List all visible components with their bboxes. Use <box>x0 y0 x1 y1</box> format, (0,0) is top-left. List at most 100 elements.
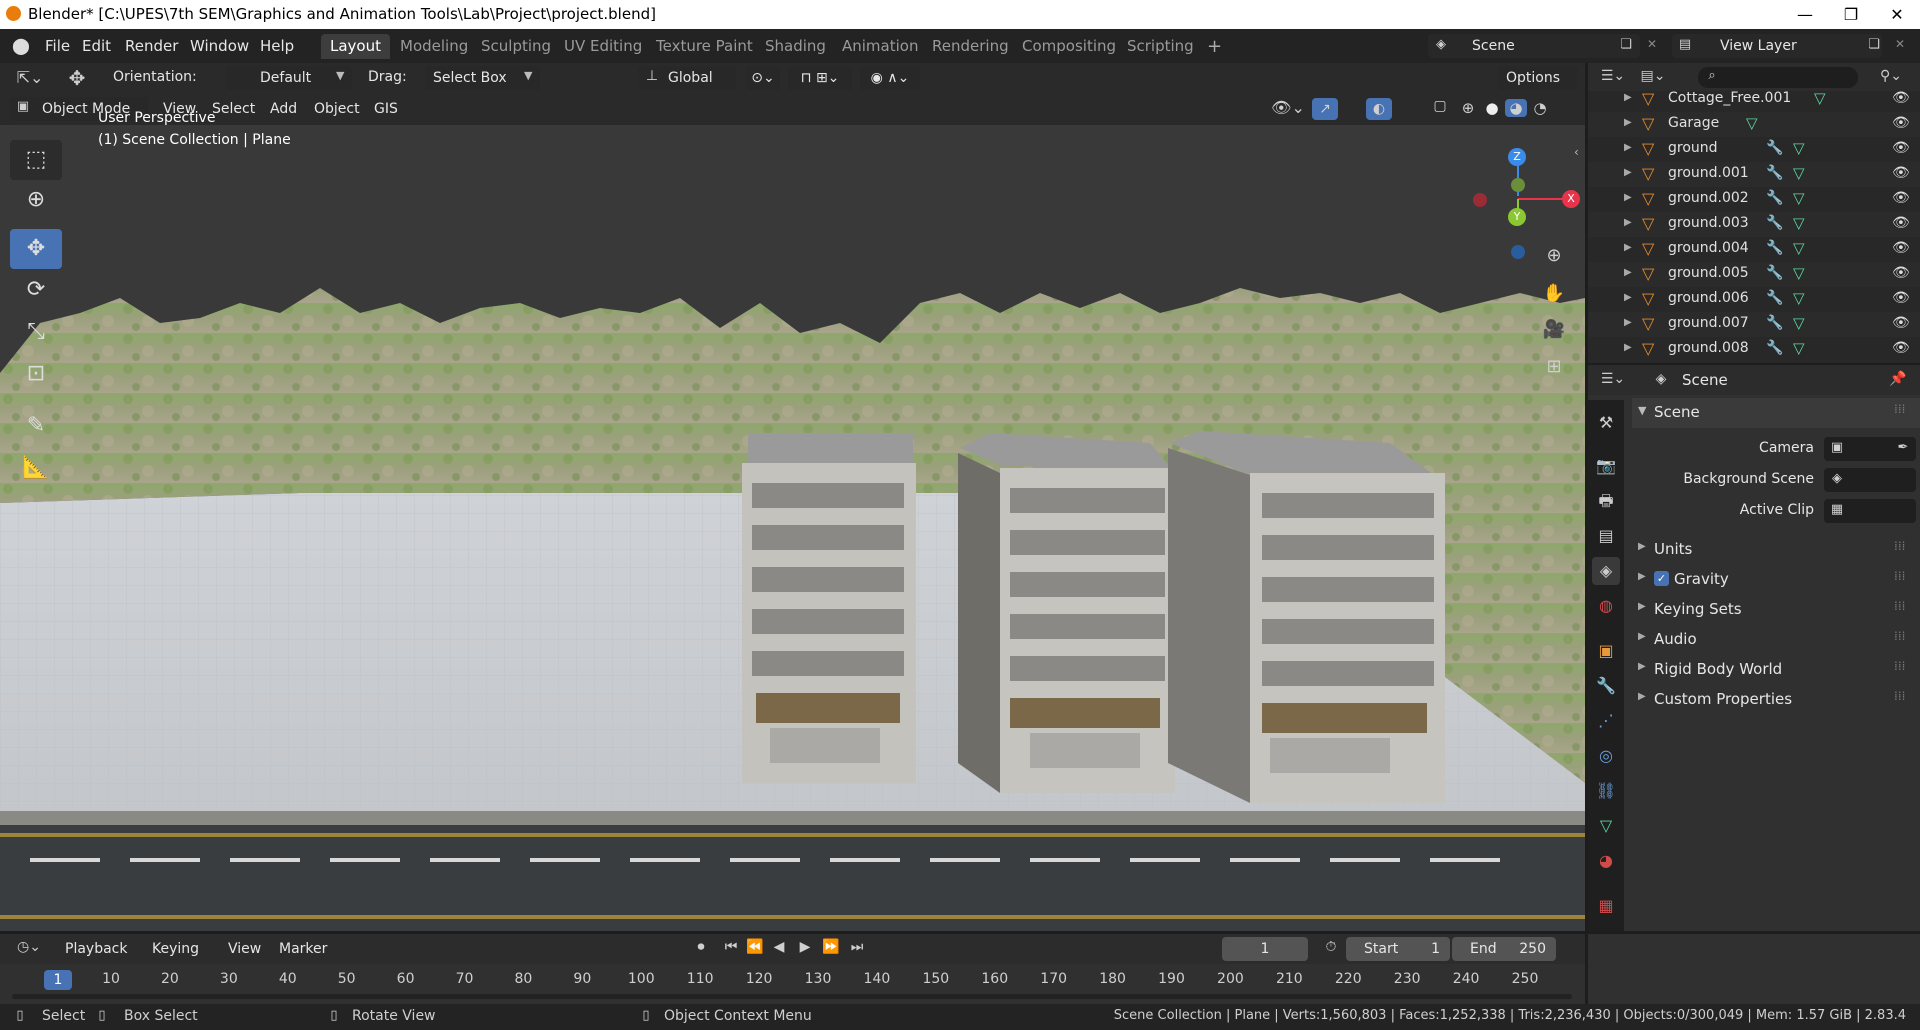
scale-tool[interactable]: ⤡ <box>10 312 62 352</box>
expand-icon[interactable]: ▶ <box>1624 92 1632 103</box>
modifier-icon[interactable]: 🔧 <box>1766 165 1783 181</box>
zoom-icon[interactable]: ⊕ <box>1540 245 1568 266</box>
jump-start-icon[interactable]: ⏮ <box>720 939 742 955</box>
scene-tab-icon[interactable]: ◈ <box>1592 557 1620 585</box>
camera-view-icon[interactable]: 🎥 <box>1540 319 1568 340</box>
remove-scene-icon[interactable]: ✕ <box>1642 37 1662 51</box>
gizmo-neg-y[interactable] <box>1511 178 1525 192</box>
texture-tab-icon[interactable]: ▦ <box>1592 892 1620 920</box>
cursor-tool[interactable]: ⊕ <box>10 180 62 220</box>
tool-tab-icon[interactable]: ⚒ <box>1592 409 1620 437</box>
new-scene-icon[interactable]: ❏ <box>1616 37 1636 52</box>
section-gravity[interactable]: ▶ ✓ Gravity ⁞⁞⁞ <box>1632 565 1920 593</box>
menu-file[interactable]: File <box>38 35 77 57</box>
scene-panel-header[interactable]: ▼ Scene ⁞⁞⁞ <box>1632 398 1920 428</box>
timeline-frames[interactable]: 1 10 20 30 40 50 60 70 80 90 100 110 120 130 140 150 160… <box>0 964 1585 1004</box>
mesh-data-icon[interactable]: ▽ <box>1814 91 1826 107</box>
perspective-toggle-icon[interactable]: ⊞ <box>1540 356 1568 377</box>
gizmo-toggle-icon[interactable]: ↗ <box>1312 98 1338 120</box>
scene-selector[interactable]: Scene <box>1428 34 1640 58</box>
expand-icon[interactable]: ▶ <box>1624 292 1632 303</box>
drag-handle-icon[interactable]: ⁞⁞⁞ <box>1894 402 1905 416</box>
menu-render[interactable]: Render <box>118 35 185 57</box>
modifier-icon[interactable]: 🔧 <box>1766 290 1783 306</box>
outliner-row[interactable]: ▶ ▽ ground.003 🔧 ▽ 👁 <box>1588 212 1920 237</box>
expand-icon[interactable]: ▶ <box>1624 267 1632 278</box>
drag-handle-icon[interactable]: ⁞⁞⁞ <box>1894 599 1905 613</box>
modifier-tab-icon[interactable]: 🔧 <box>1592 672 1620 700</box>
mesh-data-icon[interactable]: ▽ <box>1793 339 1805 357</box>
pin-icon[interactable]: 📌 <box>1888 371 1908 387</box>
expand-icon[interactable]: ▶ <box>1624 242 1632 253</box>
timeline-scrollbar[interactable] <box>12 994 1572 999</box>
modifier-icon[interactable]: 🔧 <box>1766 215 1783 231</box>
drag-handle-icon[interactable]: ⁞⁞⁞ <box>1894 569 1905 583</box>
gizmo-neg-x[interactable] <box>1473 193 1487 207</box>
jump-end-icon[interactable]: ⏭ <box>846 939 868 955</box>
tab-scripting[interactable]: Scripting <box>1118 34 1203 59</box>
3d-viewport[interactable]: ⇱⌄ ✥ Orientation: Default ▼ Drag: Select… <box>0 63 1585 931</box>
menu-help[interactable]: Help <box>253 35 301 57</box>
outliner-row[interactable]: ▶ ▽ ground.002 🔧 ▽ 👁 <box>1588 187 1920 212</box>
add-workspace-icon[interactable]: + <box>1198 34 1231 59</box>
outliner-row[interactable]: ▶ ▽ ground.005 🔧 ▽ 👁 <box>1588 262 1920 287</box>
drag-handle-icon[interactable]: ⁞⁞⁞ <box>1894 689 1905 703</box>
move-tool[interactable]: ✥ <box>10 229 62 269</box>
render-tab-icon[interactable]: 📷 <box>1592 452 1620 480</box>
visibility-eye-icon[interactable]: 👁 <box>1892 240 1910 256</box>
drag-dropdown[interactable]: Select Box <box>425 66 540 90</box>
visibility-eye-icon[interactable]: 👁 <box>1892 140 1910 156</box>
select-tool-icon[interactable]: ⇱⌄ <box>12 68 48 87</box>
mesh-data-icon[interactable]: ▽ <box>1793 239 1805 257</box>
outliner-row[interactable]: ▶ ▽ Cottage_Free.001 ▽ 👁 <box>1588 91 1920 112</box>
expand-icon[interactable]: ▶ <box>1624 317 1632 328</box>
outliner-row[interactable]: ▶ ▽ ground 🔧 ▽ 👁 <box>1588 137 1920 162</box>
select-box-tool[interactable]: ⬚ <box>10 140 62 180</box>
end-frame-field[interactable]: End 250 <box>1452 937 1556 961</box>
play-reverse-icon[interactable]: ◀ <box>768 939 790 955</box>
mesh-data-icon[interactable]: ▽ <box>1793 189 1805 207</box>
tab-modeling[interactable]: Modeling <box>391 34 477 59</box>
transform-tool[interactable]: ⊡ <box>10 354 62 394</box>
wireframe-shading-icon[interactable]: ⊕ <box>1457 99 1479 117</box>
overlay-toggle-icon[interactable]: ◐ <box>1366 98 1392 120</box>
xray-toggle-icon[interactable]: ▢ <box>1430 98 1450 114</box>
mesh-data-icon[interactable]: ▽ <box>1793 314 1805 332</box>
modifier-icon[interactable]: 🔧 <box>1766 315 1783 331</box>
tab-layout[interactable]: Layout <box>321 34 390 59</box>
gizmo-neg-z[interactable] <box>1511 245 1525 259</box>
proportional-edit-toggle[interactable]: ◉ ∧⌄ <box>860 66 920 90</box>
options-dropdown[interactable]: Options <box>1498 66 1578 90</box>
expand-icon[interactable]: ▶ <box>1624 217 1632 228</box>
modifier-icon[interactable]: 🔧 <box>1766 240 1783 256</box>
modifier-icon[interactable]: 🔧 <box>1766 340 1783 356</box>
view-layer-selector[interactable]: View Layer <box>1672 34 1882 58</box>
visibility-eye-icon[interactable]: 👁 <box>1892 165 1910 181</box>
gizmo-x-axis[interactable]: X <box>1562 190 1580 208</box>
expand-icon[interactable]: ▶ <box>1624 142 1632 153</box>
outliner-row[interactable]: ▶ ▽ ground.007 🔧 ▽ 👁 <box>1588 312 1920 337</box>
visibility-eye-icon[interactable]: 👁 <box>1892 215 1910 231</box>
pivot-point-dropdown[interactable]: ⊙⌄ <box>746 66 780 90</box>
modifier-icon[interactable]: 🔧 <box>1766 265 1783 281</box>
mesh-data-icon[interactable]: ▽ <box>1793 139 1805 157</box>
rotate-tool[interactable]: ⟳ <box>10 270 62 310</box>
tab-animation[interactable]: Animation <box>833 34 927 59</box>
visibility-eye-icon[interactable]: 👁 <box>1892 290 1910 306</box>
timeline-menu-playback[interactable]: Playback <box>58 938 134 960</box>
gravity-checkbox[interactable]: ✓ <box>1654 571 1669 586</box>
section-audio[interactable]: ▶ Audio ⁞⁞⁞ <box>1632 625 1920 653</box>
menu-edit[interactable]: Edit <box>75 35 118 57</box>
current-frame-field[interactable]: 1 <box>1222 937 1308 961</box>
tab-shading[interactable]: Shading <box>756 34 835 59</box>
visibility-eye-icon[interactable]: 👁 <box>1892 265 1910 281</box>
material-tab-icon[interactable]: ◕ <box>1592 847 1620 875</box>
remove-view-layer-icon[interactable]: ✕ <box>1890 37 1910 51</box>
next-keyframe-icon[interactable]: ⏩ <box>820 939 842 955</box>
editor-type-icon[interactable]: ◷⌄ <box>12 939 46 955</box>
orientation-dropdown[interactable]: Default <box>226 66 352 90</box>
data-tab-icon[interactable]: ▽ <box>1592 812 1620 840</box>
snap-toggle[interactable]: ⊓ ⊞⌄ <box>788 66 852 90</box>
outliner-row[interactable]: ▶ ▽ ground.004 🔧 ▽ 👁 <box>1588 237 1920 262</box>
outliner-row[interactable]: ▶ ▽ ground.008 🔧 ▽ 👁 <box>1588 337 1920 362</box>
